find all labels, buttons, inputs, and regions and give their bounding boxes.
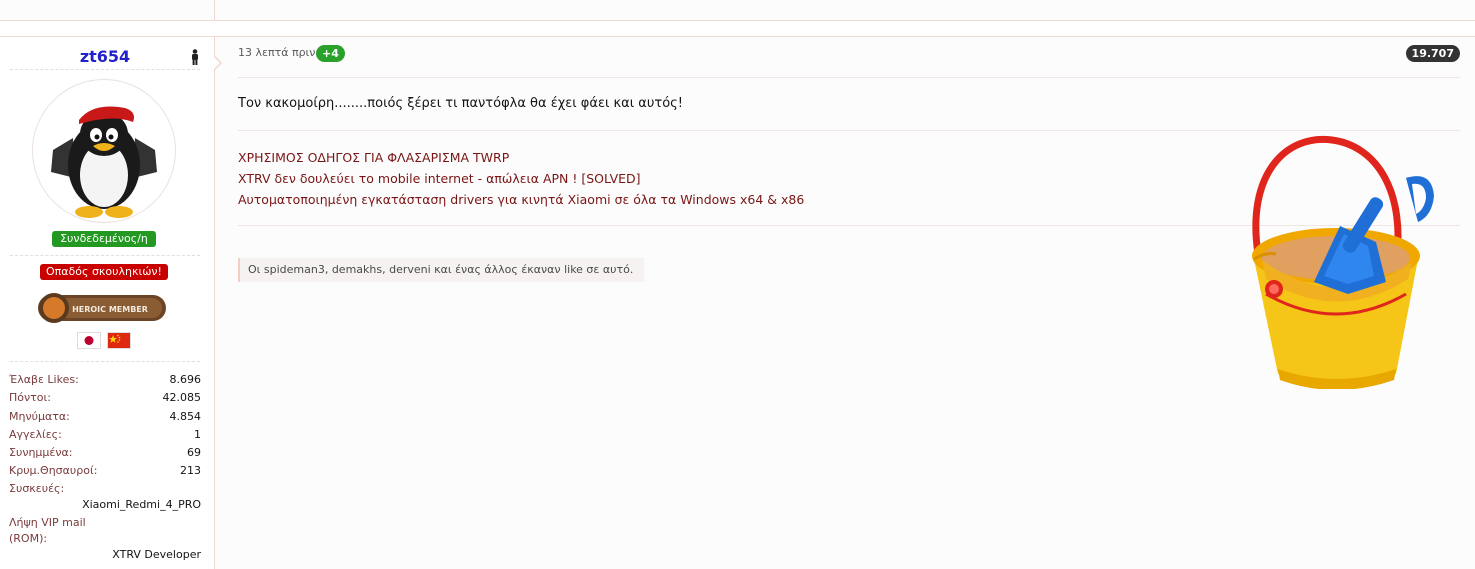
post-number-badge[interactable]: 19.707 (1405, 45, 1460, 62)
avatar[interactable] (32, 79, 176, 223)
stat-value: XTRV Developer (112, 547, 201, 561)
online-status-badge: Συνδεδεμένος/η (52, 231, 156, 247)
stat-value: 8.696 (169, 373, 202, 386)
stat-value: 42.085 (162, 391, 202, 405)
stat-treasures: Κρυμ.Θησαυροί: 213 (9, 462, 201, 480)
stat-value: Xiaomi_Redmi_4_PRO (82, 497, 201, 511)
username-link[interactable]: zt654 (10, 47, 200, 66)
signature-link-twrp[interactable]: ΧΡΗΣΙΜΟΣ ΟΔΗΓΟΣ ΓΙΑ ΦΛΑΣΑΡΙΣΜΑ TWRP (238, 150, 509, 165)
tux-avatar-image (51, 106, 157, 218)
separator (10, 361, 200, 362)
signature-link-apn[interactable]: XTRV δεν δουλεύει το mobile internet - α… (238, 171, 641, 186)
heroic-member-badge: HEROIC MEMBER (34, 290, 170, 326)
sand-bucket-image (1252, 135, 1434, 389)
stat-label: Λήψη VIP mail (ROM): (9, 515, 86, 545)
stat-label: Μηνύματα: (9, 409, 70, 423)
stat-value: 213 (180, 464, 201, 478)
china-flag-icon (107, 332, 131, 349)
stat-label: Αγγελίες: (9, 427, 62, 441)
signature-link-drivers[interactable]: Αυτοματοποιημένη εγκατάσταση drivers για… (238, 192, 804, 207)
user-group-badge: Οπαδός σκουληκιών! (40, 264, 168, 280)
stat-value[interactable]: 4.854 (170, 408, 202, 426)
sidebar-arrow (213, 55, 222, 71)
signature-separator (238, 130, 1460, 131)
sidebar-divider (214, 0, 215, 20)
japan-flag-icon (77, 332, 101, 349)
likes-summary: Οι spideman3, demakhs, derveni και ένας … (238, 258, 644, 282)
stat-label: Πόντοι: (9, 391, 51, 405)
forum-post: zt654 Συνδεδεμένος/η Οπαδός σκουληκιών! … (0, 36, 1475, 569)
post-timestamp[interactable]: 13 λεπτά πριν (238, 46, 315, 59)
separator (238, 77, 1460, 78)
stat-ads: Αγγελίες: 1 (9, 426, 201, 444)
stat-value: 69 (187, 446, 201, 460)
stat-messages: Μηνύματα: 4.854 (9, 408, 201, 426)
stat-value[interactable]: 1 (194, 426, 201, 444)
previous-post-footer (0, 0, 1475, 21)
stat-attachments: Συνημμένα: 69 (9, 444, 201, 462)
stat-label: Έλαβε Likes: (9, 373, 79, 386)
plus-count-badge[interactable]: +4 (316, 45, 345, 62)
stat-likes: Έλαβε Likes: 8.696 (9, 371, 201, 389)
stat-label: Κρυμ.Θησαυροί: (9, 464, 98, 478)
stat-vip-mail: Λήψη VIP mail (ROM): XTRV Developer (9, 515, 201, 563)
stat-label: Συνημμένα: (9, 446, 73, 460)
post-message: Τον κακομοίρη........ποιός ξέρει τι παντ… (238, 96, 683, 111)
stat-points: Πόντοι: 42.085 (9, 389, 201, 407)
stat-devices: Συσκευές: Xiaomi_Redmi_4_PRO (9, 481, 201, 513)
separator (10, 69, 200, 70)
male-icon (192, 49, 198, 65)
heroic-badge-text: HEROIC MEMBER (72, 305, 148, 314)
user-sidebar: zt654 Συνδεδεμένος/η Οπαδός σκουληκιών! … (0, 37, 215, 569)
user-stats: Έλαβε Likes: 8.696 Πόντοι: 42.085 Μηνύμα… (9, 371, 201, 563)
stat-label: Συσκευές: (9, 481, 65, 495)
likes-text[interactable]: Οι spideman3, demakhs, derveni και ένας … (248, 263, 633, 276)
separator (10, 255, 200, 256)
